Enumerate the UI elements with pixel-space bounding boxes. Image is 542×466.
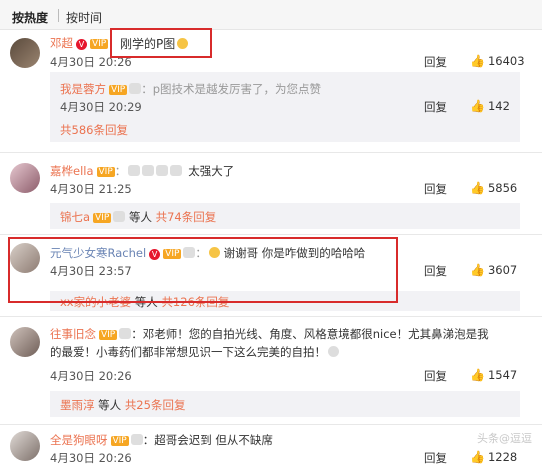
verified-icon: V <box>76 39 87 50</box>
vip-badge-icon: VIP <box>99 330 118 340</box>
username[interactable]: 全是狗眼呀 <box>50 433 108 447</box>
fan-badge-icon <box>119 328 132 339</box>
sub-reply-box: 我是蓉方 VIP ：p图技术是越发厉害了，为您点赞 4月30日 20:29 回复 👍… <box>50 72 520 142</box>
reply-button[interactable]: 回复 <box>424 368 447 384</box>
sub-reply-username[interactable]: 我是蓉方 <box>60 82 106 96</box>
like-button[interactable]: 👍 5856 <box>470 181 517 195</box>
avatar[interactable] <box>10 163 40 193</box>
sort-divider <box>58 9 59 22</box>
comment-header: 嘉桦ella VIP：太强大了 <box>50 164 235 178</box>
reply-button[interactable]: 回复 <box>424 450 447 466</box>
like-button[interactable]: 👍 1228 <box>470 450 517 464</box>
reply-button[interactable]: 回复 <box>424 263 447 279</box>
comment-header: 邓超 V VIP <box>50 35 109 51</box>
like-count: 1547 <box>487 368 518 382</box>
username[interactable]: 嘉桦ella <box>50 164 94 178</box>
avatar[interactable] <box>10 327 40 357</box>
comment-text-line-2: 的最爱！小毒药们都非常想见识一下这么完美的自拍！ <box>50 345 326 359</box>
fan-badge-icon <box>113 211 126 222</box>
sub-reply-line: 我是蓉方 VIP ：p图技术是越发厉害了，为您点赞 <box>60 81 321 97</box>
sub-reply-line: 锦七a VIP 等人 共74条回复 <box>60 209 216 225</box>
thumb-up-icon: 👍 <box>470 263 485 277</box>
like-count: 5856 <box>487 181 518 195</box>
reply-button[interactable]: 回复 <box>424 54 447 70</box>
sub-reply-box: 锦七a VIP 等人 共74条回复 <box>50 203 520 229</box>
like-button[interactable]: 👍 1547 <box>470 368 517 382</box>
comment-time: 4月30日 20:26 <box>50 451 132 465</box>
comment-item: 嘉桦ella VIP：太强大了 4月30日 21:25 回复 👍 5856 锦七a V… <box>0 153 542 233</box>
sub-reply-line: 墨雨淳 等人 共25条回复 <box>60 397 185 413</box>
sub-reply-username[interactable]: 墨雨淳 <box>60 398 95 412</box>
vip-badge-icon: VIP <box>96 167 115 177</box>
thumb-up-icon: 👍 <box>470 54 485 68</box>
sort-by-time[interactable]: 按时间 <box>66 9 102 26</box>
comment-item: 全是狗眼呀 VIP ：超哥会迟到 但从不缺席 4月30日 20:26 回复 👍 122… <box>0 425 542 466</box>
watermark: 头条@逗逗 <box>477 432 532 445</box>
username[interactable]: 往事旧念 <box>50 327 96 341</box>
sub-reply-time: 4月30日 20:29 <box>60 100 142 114</box>
fan-badge-icon <box>130 434 143 445</box>
vip-badge-icon: VIP <box>110 436 129 446</box>
comment-time: 4月30日 21:25 <box>50 182 132 196</box>
emoji-icon <box>328 346 339 357</box>
like-button[interactable]: 👍 16403 <box>470 54 525 68</box>
comment-item: 邓超 V VIP 刚学的P图 4月30日 20:26 回复 👍 16403 我是蓉方 V… <box>0 30 542 150</box>
fan-badge-icon <box>128 165 141 176</box>
vip-badge-icon: VIP <box>109 85 128 95</box>
thumb-up-icon: 👍 <box>470 368 485 382</box>
more-replies-link[interactable]: 共586条回复 <box>60 122 128 138</box>
fan-badge-icon <box>170 165 183 176</box>
comment-text: ：超哥会迟到 但从不缺席 <box>142 433 273 447</box>
highlight-box <box>110 28 212 58</box>
thumb-up-icon: 👍 <box>470 99 485 113</box>
more-replies-link[interactable]: 共25条回复 <box>125 398 186 412</box>
like-count: 3607 <box>487 263 518 277</box>
sub-reply-username[interactable]: 锦七a <box>60 210 90 224</box>
sub-reply-text: ：p图技术是越发厉害了，为您点赞 <box>141 82 322 96</box>
sub-like-button[interactable]: 👍 142 <box>470 99 510 113</box>
comment-text: 太强大了 <box>188 164 235 178</box>
sort-bar: 按热度 按时间 <box>0 0 542 30</box>
avatar[interactable] <box>10 38 40 68</box>
comment-text-continued: 的最爱！小毒药们都非常想见识一下这么完美的自拍！ <box>50 344 339 360</box>
highlight-box <box>8 237 398 303</box>
fan-badge-icon <box>142 165 155 176</box>
username[interactable]: 邓超 <box>50 36 73 50</box>
fan-badge-icon <box>129 83 142 94</box>
sub-reply-rest: 等人 <box>128 210 152 224</box>
sort-by-hot[interactable]: 按热度 <box>12 9 48 26</box>
comment-time: 4月30日 20:26 <box>50 369 132 383</box>
comment-header: 全是狗眼呀 VIP ：超哥会迟到 但从不缺席 <box>50 432 273 448</box>
vip-badge-icon: VIP <box>93 213 112 223</box>
sub-reply-rest: 等人 <box>98 398 122 412</box>
comment-text: ：邓老师！您的自拍光线、角度、风格意境都很nice！尤其鼻涕泡是我 <box>131 327 489 341</box>
more-replies-link[interactable]: 共74条回复 <box>156 210 217 224</box>
fan-badge-icon <box>156 165 169 176</box>
thumb-up-icon: 👍 <box>470 181 485 195</box>
sub-like-count: 142 <box>487 99 510 113</box>
sub-reply-button[interactable]: 回复 <box>424 99 447 115</box>
like-button[interactable]: 👍 3607 <box>470 263 517 277</box>
thumb-up-icon: 👍 <box>470 450 485 464</box>
vip-badge-icon: VIP <box>90 39 109 49</box>
comment-header: 往事旧念 VIP ：邓老师！您的自拍光线、角度、风格意境都很nice！尤其鼻涕泡是我 <box>50 326 489 342</box>
sub-reply-box: 墨雨淳 等人 共25条回复 <box>50 391 520 417</box>
comment-item: 往事旧念 VIP ：邓老师！您的自拍光线、角度、风格意境都很nice！尤其鼻涕泡是我… <box>0 317 542 423</box>
like-count: 1228 <box>487 450 518 464</box>
avatar[interactable] <box>10 431 40 461</box>
reply-button[interactable]: 回复 <box>424 181 447 197</box>
like-count: 16403 <box>487 54 525 68</box>
